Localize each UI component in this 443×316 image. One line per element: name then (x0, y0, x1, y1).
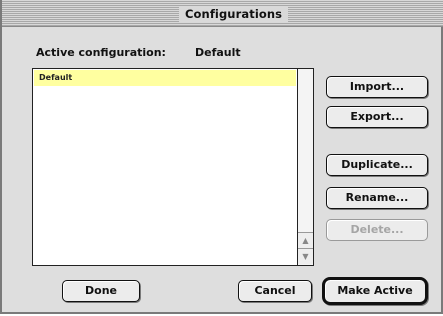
down-arrow-icon: ▼ (302, 252, 309, 261)
list-scrollbar[interactable]: ▲ ▼ (297, 69, 313, 265)
cancel-button[interactable]: Cancel (238, 280, 312, 302)
make-active-button[interactable]: Make Active (322, 277, 428, 305)
configuration-list[interactable]: Default ▲ ▼ (32, 68, 314, 266)
rename-button[interactable]: Rename... (326, 187, 428, 209)
done-button[interactable]: Done (62, 280, 140, 302)
import-button[interactable]: Import... (326, 76, 428, 98)
active-configuration-label: Active configuration: (36, 46, 166, 59)
delete-button: Delete... (326, 219, 428, 241)
list-item[interactable]: Default (34, 70, 296, 86)
dialog-title: Configurations (179, 6, 289, 22)
configurations-dialog: Configurations Active configuration: Def… (0, 0, 443, 314)
duplicate-button[interactable]: Duplicate... (326, 154, 428, 176)
up-arrow-icon: ▲ (302, 236, 309, 245)
active-configuration-value: Default (195, 46, 241, 59)
scroll-up-arrow[interactable]: ▲ (298, 232, 313, 248)
export-button[interactable]: Export... (326, 106, 428, 128)
scroll-down-arrow[interactable]: ▼ (298, 248, 313, 264)
title-bar[interactable]: Configurations (2, 0, 443, 27)
